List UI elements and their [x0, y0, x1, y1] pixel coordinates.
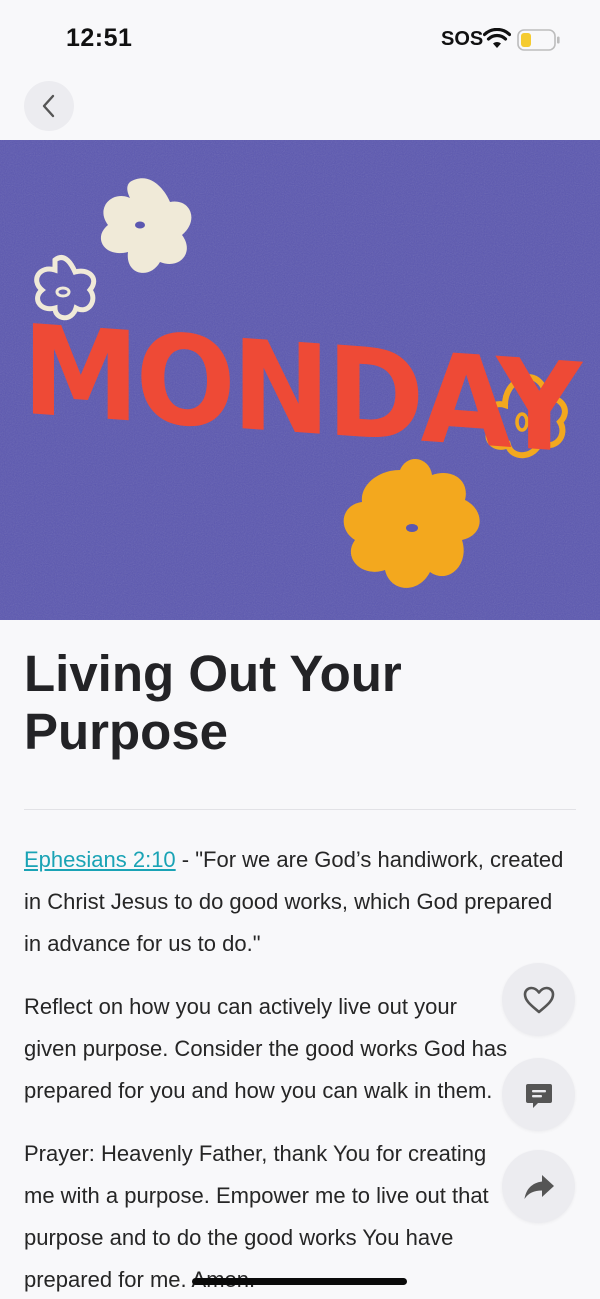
status-time: 12:51	[66, 24, 133, 52]
reflection-line: given purpose. Consider the good works G…	[24, 1036, 508, 1061]
battery-icon	[517, 29, 560, 51]
back-button[interactable]	[24, 81, 74, 131]
comment-button[interactable]	[502, 1058, 575, 1131]
prayer-line: me with a purpose. Empower me to live ou…	[24, 1183, 489, 1208]
heart-icon	[523, 986, 554, 1013]
reflection-line: prepared for you and how you can walk in…	[24, 1078, 493, 1103]
page-title: Living Out Your Purpose	[24, 645, 402, 760]
prayer-line: Prayer: Heavenly Father, thank You for c…	[24, 1141, 487, 1166]
comment-icon	[525, 1083, 552, 1108]
reflection-line: Reflect on how you can actively live out…	[24, 994, 457, 1019]
home-indicator	[192, 1278, 407, 1285]
share-icon	[524, 1174, 554, 1199]
prayer-paragraph: Prayer: Heavenly Father, thank You for c…	[24, 1133, 584, 1299]
reflection-paragraph: Reflect on how you can actively live out…	[24, 986, 584, 1112]
scripture-paragraph: Ephesians 2:10 - "For we are God’s handi…	[24, 839, 564, 965]
scripture-reference-link[interactable]: Ephesians 2:10	[24, 847, 176, 872]
status-bar: 12:51 SOS	[0, 0, 600, 80]
prayer-line: purpose and to do the good works You hav…	[24, 1225, 454, 1250]
chevron-left-icon	[42, 94, 55, 118]
devotional-body: Ephesians 2:10 - "For we are God’s handi…	[24, 839, 584, 1299]
divider	[24, 809, 576, 810]
hero-illustration: MONDAY	[0, 140, 600, 620]
hero-banner: MONDAY	[0, 140, 600, 620]
wifi-icon	[483, 28, 511, 48]
status-sos: SOS	[441, 28, 484, 50]
like-button[interactable]	[502, 963, 575, 1036]
share-button[interactable]	[502, 1150, 575, 1223]
